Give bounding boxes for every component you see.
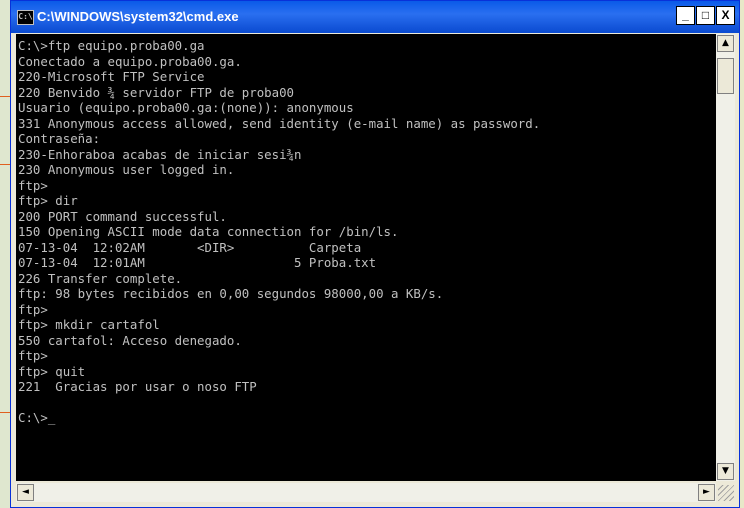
resize-grip[interactable] [718,485,734,501]
scroll-down-button[interactable]: ▼ [717,463,734,480]
scroll-up-button[interactable]: ▲ [717,35,734,52]
scroll-left-button[interactable]: ◄ [17,484,34,501]
minimize-button[interactable]: _ [676,6,695,25]
background-strip [0,0,10,508]
vertical-scrollbar[interactable]: ▲ ▼ [716,34,735,481]
title-bar[interactable]: C:\ C:\WINDOWS\system32\cmd.exe _ □ X [11,1,739,33]
window-title: C:\WINDOWS\system32\cmd.exe [37,9,239,24]
callout-line-2 [0,164,10,165]
callout-line-1 [0,96,10,97]
close-button[interactable]: X [716,6,735,25]
console-output[interactable]: C:\>ftp equipo.proba00.ga Conectado a eq… [16,34,716,481]
maximize-button[interactable]: □ [696,6,715,25]
cmd-window: C:\ C:\WINDOWS\system32\cmd.exe _ □ X C:… [10,0,740,508]
callout-line-3 [0,412,10,413]
vertical-scroll-thumb[interactable] [717,58,734,94]
horizontal-scrollbar[interactable]: ◄ ► [16,483,716,502]
scroll-right-button[interactable]: ► [698,484,715,501]
console-text: C:\>ftp equipo.proba00.ga Conectado a eq… [18,38,541,425]
cmd-icon[interactable]: C:\ [17,10,34,25]
